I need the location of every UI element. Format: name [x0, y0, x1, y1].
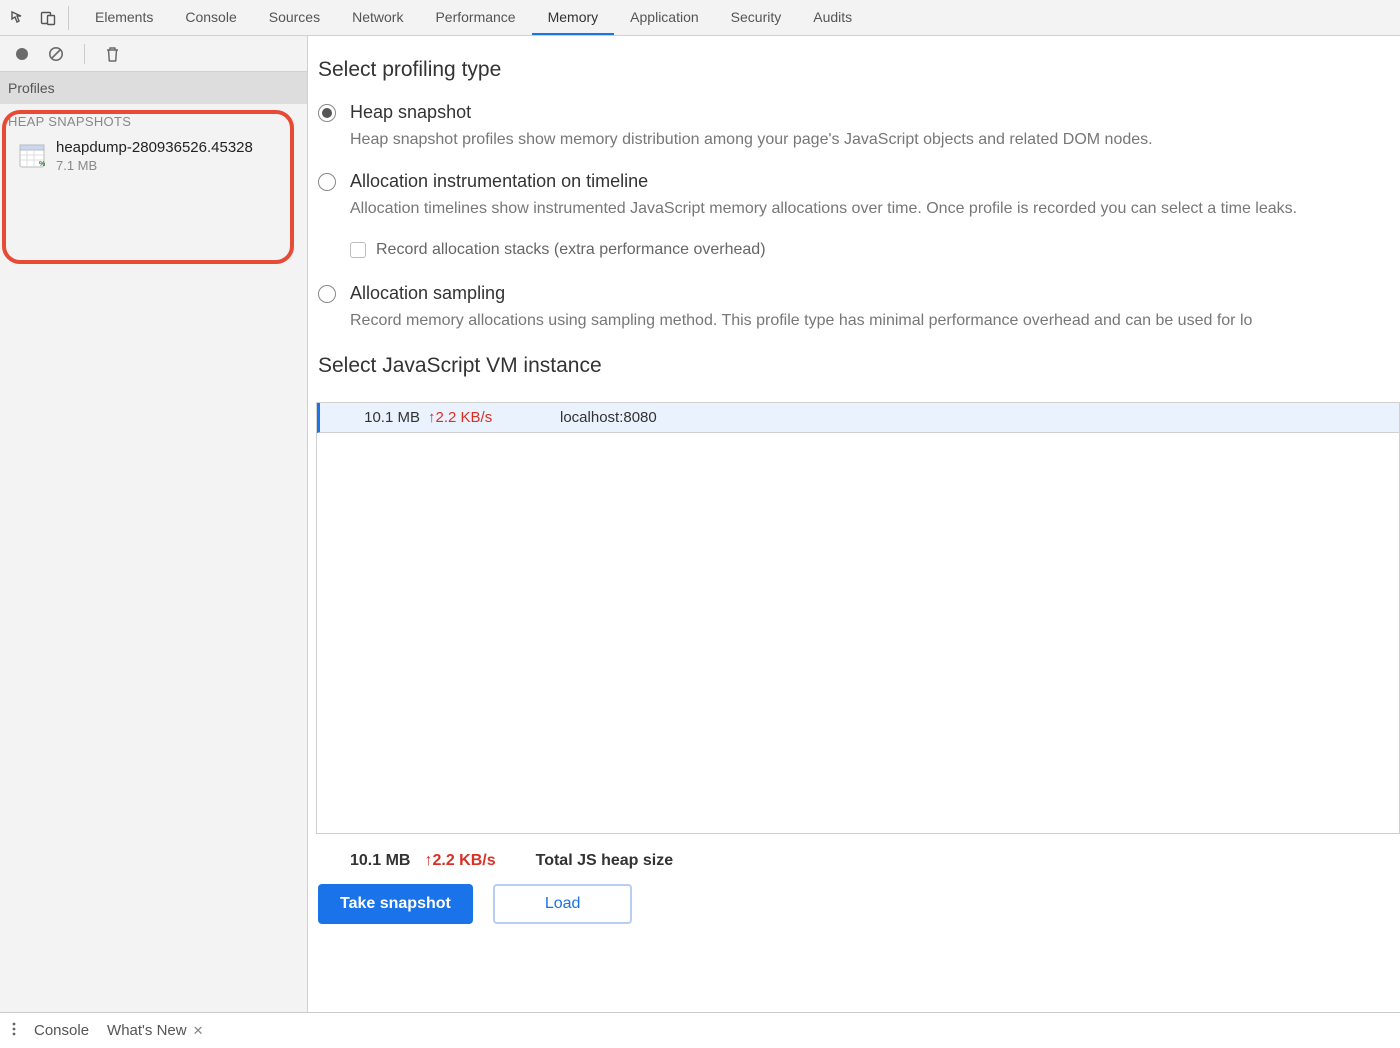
option-allocation-timeline[interactable]: Allocation instrumentation on timeline — [308, 167, 1400, 194]
main-pane: Profiles HEAP SNAPSHOTS % heapdump-28093… — [0, 36, 1400, 1012]
drawer-tab-label: What's New — [107, 1022, 187, 1039]
vm-instance-list: 10.1 MB ↑2.2 KB/s localhost:8080 — [316, 402, 1400, 834]
tab-elements[interactable]: Elements — [79, 0, 169, 35]
option-label: Allocation sampling — [350, 283, 505, 304]
action-buttons: Take snapshot Load — [308, 884, 1400, 924]
drawer-tabbar: Console What's New ✕ — [0, 1012, 1400, 1048]
tab-network[interactable]: Network — [336, 0, 419, 35]
option-label: Heap snapshot — [350, 102, 471, 123]
snapshot-size: 7.1 MB — [56, 158, 253, 173]
svg-text:%: % — [39, 161, 46, 168]
tab-audits[interactable]: Audits — [797, 0, 868, 35]
profiles-header: Profiles — [0, 72, 307, 104]
drawer-tab-console[interactable]: Console — [34, 1022, 89, 1039]
drawer-menu-icon[interactable] — [12, 1021, 16, 1040]
devtools-tabbar: Elements Console Sources Network Perform… — [0, 0, 1400, 36]
tab-memory[interactable]: Memory — [532, 0, 615, 35]
snapshot-text: heapdump-280936526.45328 7.1 MB — [56, 139, 253, 173]
profiling-type-title: Select profiling type — [308, 58, 1400, 82]
heap-size-summary: 10.1 MB ↑2.2 KB/s Total JS heap size — [308, 834, 1400, 884]
take-snapshot-button[interactable]: Take snapshot — [318, 884, 473, 924]
total-size: 10.1 MB — [350, 852, 410, 870]
record-stacks-checkbox-row[interactable]: Record allocation stacks (extra performa… — [308, 235, 1400, 279]
heap-snapshots-header: HEAP SNAPSHOTS — [0, 104, 307, 135]
option-allocation-sampling[interactable]: Allocation sampling — [308, 279, 1400, 306]
tab-application[interactable]: Application — [614, 0, 715, 35]
option-desc: Allocation timelines show instrumented J… — [308, 194, 1400, 236]
tab-sources[interactable]: Sources — [253, 0, 336, 35]
delete-icon[interactable] — [105, 46, 120, 62]
arrow-up-icon: ↑ — [428, 409, 436, 426]
radio-icon[interactable] — [318, 285, 336, 303]
tab-performance[interactable]: Performance — [419, 0, 531, 35]
checkbox-icon[interactable] — [350, 242, 366, 258]
snapshot-item[interactable]: % heapdump-280936526.45328 7.1 MB — [0, 135, 307, 177]
close-icon[interactable]: ✕ — [193, 1023, 204, 1039]
main-tabs: Elements Console Sources Network Perform… — [79, 0, 868, 35]
inspect-icon[interactable] — [10, 10, 26, 26]
option-label: Allocation instrumentation on timeline — [350, 171, 648, 192]
heap-snapshot-icon: % — [18, 142, 46, 170]
total-label: Total JS heap size — [536, 852, 674, 870]
sidebar-toolbar — [0, 36, 307, 72]
profiles-sidebar: Profiles HEAP SNAPSHOTS % heapdump-28093… — [0, 36, 308, 1012]
memory-panel: Select profiling type Heap snapshot Heap… — [308, 36, 1400, 1012]
snapshot-name: heapdump-280936526.45328 — [56, 139, 253, 156]
device-toggle-icon[interactable] — [40, 10, 56, 26]
vm-instance-row[interactable]: 10.1 MB ↑2.2 KB/s localhost:8080 — [317, 403, 1399, 433]
radio-icon[interactable] — [318, 173, 336, 191]
toolbar-divider — [84, 44, 85, 64]
clear-icon[interactable] — [48, 46, 64, 62]
vm-size: 10.1 MB — [340, 409, 420, 426]
vm-instance-title: Select JavaScript VM instance — [308, 354, 1400, 378]
option-heap-snapshot[interactable]: Heap snapshot — [308, 98, 1400, 125]
total-rate: ↑2.2 KB/s — [424, 852, 495, 870]
load-button[interactable]: Load — [493, 884, 633, 924]
record-icon[interactable] — [14, 46, 30, 62]
checkbox-label: Record allocation stacks (extra performa… — [376, 241, 766, 259]
drawer-tab-whatsnew[interactable]: What's New ✕ — [107, 1022, 203, 1039]
radio-icon[interactable] — [318, 104, 336, 122]
tab-security[interactable]: Security — [715, 0, 798, 35]
vm-rate: ↑2.2 KB/s — [420, 409, 520, 426]
option-desc: Heap snapshot profiles show memory distr… — [308, 125, 1400, 167]
tab-console[interactable]: Console — [169, 0, 252, 35]
topbar-icon-group — [10, 6, 69, 30]
option-desc: Record memory allocations using sampling… — [308, 306, 1400, 348]
vm-origin: localhost:8080 — [520, 409, 657, 426]
